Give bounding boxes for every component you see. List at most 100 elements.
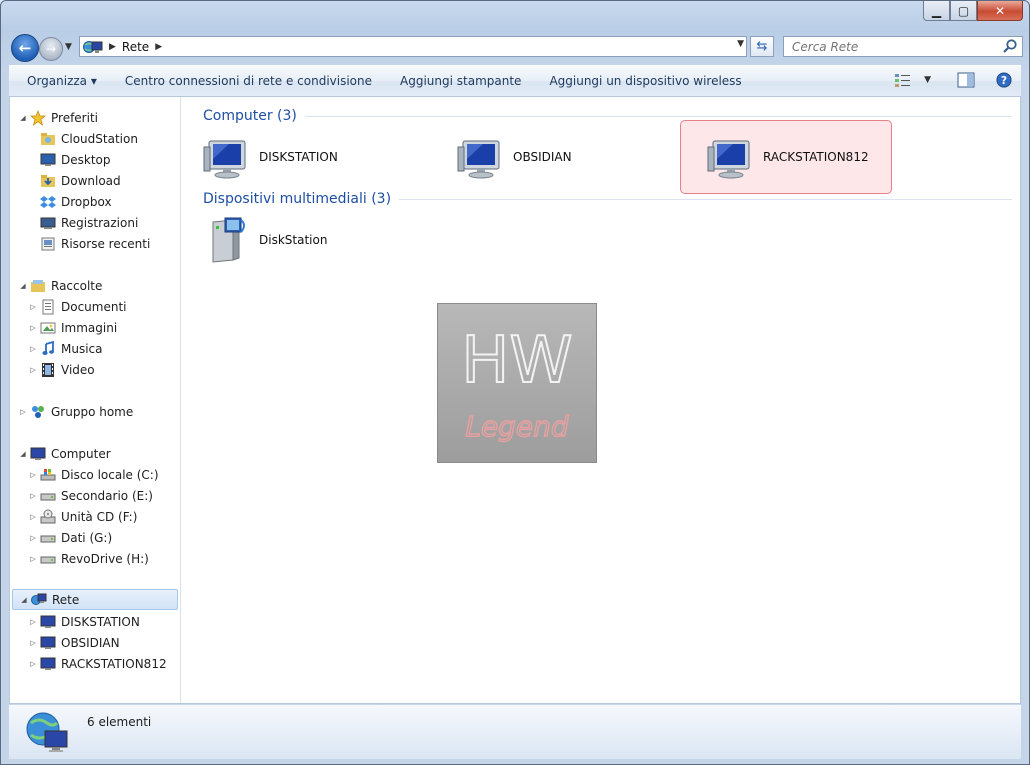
view-dropdown-icon[interactable]: ▼ [924, 75, 931, 85]
breadcrumb-separator-icon[interactable]: ▶ [109, 42, 116, 52]
collapsed-arrow-icon[interactable]: ▷ [28, 513, 38, 521]
tree-item-risorse-recenti[interactable]: Risorse recenti [40, 233, 150, 254]
breadcrumb-separator-icon[interactable]: ▶ [155, 42, 162, 52]
collapsed-arrow-icon[interactable]: ▷ [28, 639, 38, 647]
network-computer-icon [40, 636, 56, 649]
network-item-diskstation[interactable]: DISKSTATION [185, 120, 397, 194]
item-label: RACKSTATION812 [763, 150, 869, 164]
collapsed-arrow-icon[interactable]: ▷ [28, 471, 38, 479]
collapsed-arrow-icon[interactable]: ▷ [28, 303, 38, 311]
refresh-button[interactable]: ⇆ [750, 36, 774, 57]
item-count-status: 6 elementi [87, 715, 152, 729]
tree-libraries[interactable]: ◢ Raccolte [18, 275, 102, 296]
tree-item-immagini[interactable]: ▷ Immagini [28, 317, 117, 338]
hwlegend-logo-icon: HW Legend [460, 323, 573, 444]
tree-item-obsidian[interactable]: ▷ OBSIDIAN [28, 632, 120, 653]
group-divider [304, 115, 1012, 117]
expanded-arrow-icon[interactable]: ◢ [19, 596, 29, 604]
system-drive-icon [40, 468, 56, 480]
tree-item-label: Musica [61, 341, 103, 356]
collapsed-arrow-icon[interactable]: ▷ [18, 408, 28, 416]
collapsed-arrow-icon[interactable]: ▷ [28, 555, 38, 563]
tree-item-registrazioni[interactable]: Registrazioni [40, 212, 138, 233]
network-computer-icon [40, 615, 56, 628]
network-item-obsidian[interactable]: OBSIDIAN [439, 120, 651, 194]
search-box[interactable] [783, 36, 1023, 57]
tree-item-drive-g[interactable]: ▷ Dati (G:) [28, 527, 112, 548]
watermark-line1: HW [461, 324, 572, 398]
collapsed-arrow-icon[interactable]: ▷ [28, 534, 38, 542]
tree-favorites[interactable]: ◢ Preferiti [18, 107, 98, 128]
tree-item-label: Risorse recenti [61, 236, 151, 251]
tree-item-download[interactable]: Download [40, 170, 121, 191]
tree-computer[interactable]: ◢ Computer [18, 443, 110, 464]
command-bar: Organizza ▾ Centro connessioni di rete e… [9, 65, 1021, 97]
view-options-icon[interactable] [894, 72, 912, 88]
collapsed-arrow-icon[interactable]: ▷ [28, 618, 38, 626]
recent-places-icon [41, 237, 55, 250]
tree-item-cloudstation[interactable]: CloudStation [40, 128, 138, 149]
minimize-button[interactable]: ▁ [923, 1, 950, 21]
address-bar[interactable]: ▶ Rete ▶ ▼ [79, 36, 747, 57]
download-folder-icon [41, 174, 55, 187]
explorer-window: ▁ ▢ ✕ ← → ▼ ▶ Rete ▶ ▼ ⇆ Cerca Rete Orga… [0, 0, 1030, 765]
organize-menu[interactable]: Organizza ▾ [9, 74, 111, 88]
tree-item-label: Video [61, 362, 95, 377]
expanded-arrow-icon[interactable]: ◢ [18, 282, 28, 290]
tree-item-drive-e[interactable]: ▷ Secondario (E:) [28, 485, 153, 506]
maximize-button[interactable]: ▢ [950, 1, 977, 21]
collapsed-arrow-icon[interactable]: ▷ [28, 366, 38, 374]
media-item-diskstation[interactable]: DiskStation [185, 203, 397, 277]
search-input[interactable] [790, 38, 1004, 55]
address-dropdown-icon[interactable]: ▼ [737, 39, 744, 49]
search-icon[interactable] [1002, 38, 1018, 54]
network-center-button[interactable]: Centro connessioni di rete e condivision… [111, 74, 386, 88]
tree-network[interactable]: ◢ Rete [12, 589, 178, 610]
collapsed-arrow-icon[interactable]: ▷ [28, 660, 38, 668]
tree-item-dropbox[interactable]: Dropbox [40, 191, 112, 212]
tree-item-diskstation[interactable]: ▷ DISKSTATION [28, 611, 140, 632]
computer-icon [30, 447, 46, 460]
caption-buttons: ▁ ▢ ✕ [923, 1, 1023, 21]
collapsed-arrow-icon[interactable]: ▷ [28, 324, 38, 332]
tree-item-musica[interactable]: ▷ Musica [28, 338, 103, 359]
add-wireless-button[interactable]: Aggiungi un dispositivo wireless [535, 74, 755, 88]
history-dropdown[interactable]: ▼ [65, 42, 72, 52]
back-button[interactable]: ← [11, 34, 39, 62]
network-item-rackstation812[interactable]: RACKSTATION812 [680, 120, 892, 194]
cd-drive-icon [40, 509, 56, 523]
navigation-pane[interactable]: ◢ Preferiti CloudStation Desktop Downloa… [10, 97, 181, 703]
tree-item-label: Immagini [61, 320, 118, 335]
tree-item-drive-f[interactable]: ▷ Unità CD (F:) [28, 506, 137, 527]
tree-item-label: CloudStation [61, 131, 138, 146]
preview-pane-icon[interactable] [957, 72, 975, 88]
group-divider [399, 198, 1012, 200]
close-button[interactable]: ✕ [977, 1, 1023, 21]
tree-libraries-label: Raccolte [51, 278, 103, 293]
forward-button[interactable]: → [39, 37, 63, 61]
tree-item-label: Dropbox [61, 194, 112, 209]
tree-favorites-label: Preferiti [51, 110, 98, 125]
recordings-icon [40, 217, 56, 229]
tree-item-rackstation812[interactable]: ▷ RACKSTATION812 [28, 653, 166, 674]
watermark-line2: Legend [465, 410, 569, 443]
expanded-arrow-icon[interactable]: ◢ [18, 114, 28, 122]
hard-drive-icon [40, 556, 56, 563]
expanded-arrow-icon[interactable]: ◢ [18, 450, 28, 458]
refresh-icon: ⇆ [756, 39, 768, 54]
file-view[interactable]: Computer (3) DISKSTATION OBSIDIAN RACKST… [181, 97, 1020, 703]
collapsed-arrow-icon[interactable]: ▷ [28, 492, 38, 500]
collapsed-arrow-icon[interactable]: ▷ [28, 345, 38, 353]
tree-item-label: OBSIDIAN [61, 635, 120, 650]
tree-item-drive-h[interactable]: ▷ RevoDrive (H:) [28, 548, 149, 569]
media-server-icon [212, 217, 245, 263]
tree-item-drive-c[interactable]: ▷ Disco locale (C:) [28, 464, 158, 485]
tree-item-documenti[interactable]: ▷ Documenti [28, 296, 127, 317]
add-printer-button[interactable]: Aggiungi stampante [386, 74, 535, 88]
tree-item-desktop[interactable]: Desktop [40, 149, 111, 170]
breadcrumb-rete[interactable]: Rete [122, 40, 149, 54]
hard-drive-icon [40, 535, 56, 542]
help-icon[interactable]: ? [995, 72, 1013, 88]
tree-item-video[interactable]: ▷ Video [28, 359, 95, 380]
tree-homegroup[interactable]: ▷ Gruppo home [18, 401, 133, 422]
